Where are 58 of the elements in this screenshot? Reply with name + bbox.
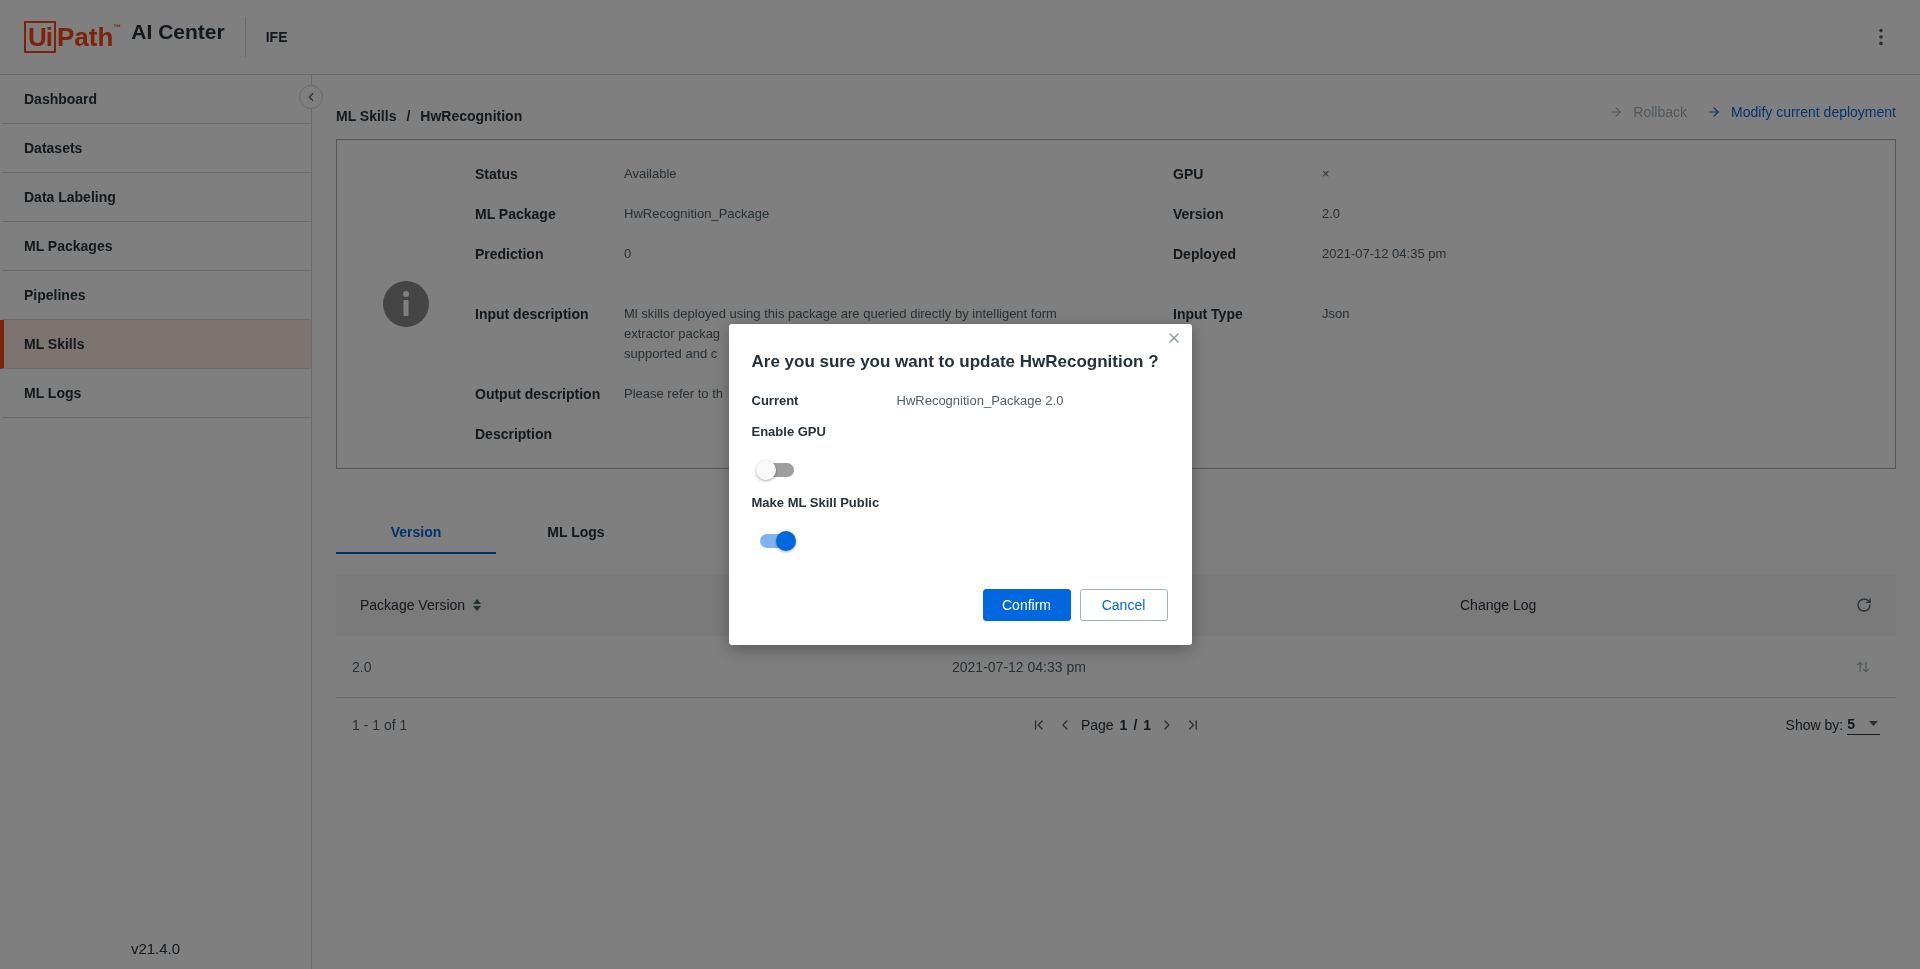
table-cell-text: 2.0 <box>352 658 373 675</box>
refresh-icon[interactable] <box>1856 597 1872 613</box>
field-label: Current <box>751 392 800 408</box>
field-value: HwRecognition_Package 2.0 <box>896 392 1065 408</box>
detail-value: Please refer to th <box>624 385 723 403</box>
detail-value: extractor packag <box>624 325 721 343</box>
table-cell-text: 2021-07-12 04:33 pm <box>952 658 1087 675</box>
detail-value: 2021-07-12 04:35 pm <box>1322 245 1447 263</box>
detail-label: GPU <box>1173 165 1204 184</box>
detail-label: Deployed <box>1173 245 1236 264</box>
info-icon <box>383 281 429 327</box>
detail-label: Prediction <box>475 245 544 264</box>
detail-value: 2.0 <box>1322 205 1341 223</box>
detail-label: ML Package <box>475 205 556 224</box>
dialog-title: Are you sure you want to update HwRecognition ? <box>751 352 1160 372</box>
confirm-button[interactable]: Confirm <box>982 589 1071 621</box>
page-total: 1 <box>1143 717 1152 733</box>
cancel-button[interactable]: Cancel <box>1079 589 1168 621</box>
detail-value: Json <box>1322 305 1350 323</box>
detail-label: Output description <box>475 385 601 404</box>
detail-value: supported and c <box>624 345 718 363</box>
field-label: Enable GPU <box>751 424 826 439</box>
field-label: Make ML Skill Public <box>751 495 880 510</box>
caret-icon[interactable] <box>1869 721 1878 726</box>
detail-value: HwRecognition_Package <box>624 205 770 223</box>
page-label: Page <box>1080 717 1114 733</box>
detail-value: Ml skills deployed using this package are queried directly by intelligent form <box>624 305 1057 323</box>
column-header: Change Log <box>1460 597 1537 613</box>
row-range: 1 - 1 of 1 <box>352 717 408 733</box>
logo: Ui Path™ AI Center <box>24 21 225 53</box>
arrow-right-icon <box>1609 105 1624 119</box>
tab[interactable]: Version <box>336 511 496 554</box>
detail-label: Description <box>475 425 552 444</box>
detail-value: × <box>1322 165 1330 183</box>
collapse-button[interactable] <box>299 85 323 109</box>
page-number: 1 <box>1119 717 1128 733</box>
tenant-name: IFE <box>265 29 288 45</box>
detail-label: Version <box>1173 205 1224 224</box>
page-size-select[interactable]: 5 <box>1847 715 1880 735</box>
version-text: v21.4.0 <box>130 940 181 959</box>
detail-label: Status <box>475 165 518 184</box>
detail-label: Input Type <box>1173 305 1243 324</box>
detail-value: 0 <box>624 245 632 263</box>
detail-value: Available <box>624 165 677 183</box>
action-link[interactable]: Modify current deployment <box>1707 104 1896 120</box>
toggle-switch[interactable] <box>759 534 794 548</box>
column-header: Package Version <box>360 597 466 613</box>
detail-label: Input description <box>475 305 589 324</box>
page-separator: / <box>1133 717 1138 733</box>
sort-icon[interactable] <box>473 599 482 611</box>
breadcrumb-item[interactable]: ML Skills <box>336 108 397 124</box>
breadcrumb-item: HwRecognition <box>420 108 523 124</box>
toggle-switch[interactable] <box>759 463 794 477</box>
breadcrumb-separator: / <box>406 108 411 124</box>
show-by-label: Show by: <box>1785 717 1844 733</box>
tab[interactable]: ML Logs <box>496 511 656 554</box>
sort-icon[interactable] <box>1856 659 1870 674</box>
sidebar-item[interactable]: ML Skills <box>0 320 311 369</box>
